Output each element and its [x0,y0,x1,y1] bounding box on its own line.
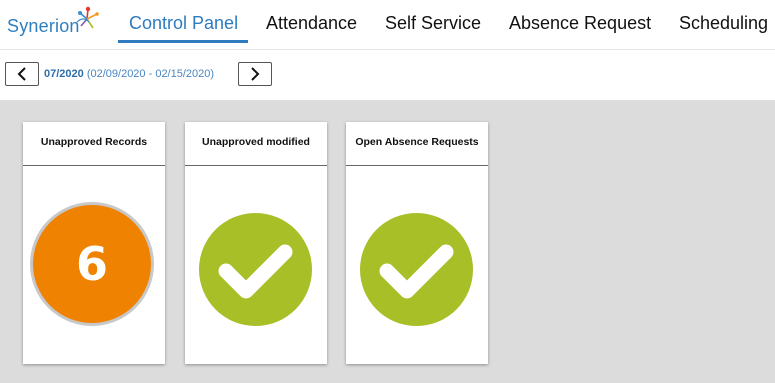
status-ok-badge [360,213,473,326]
card-title: Unapproved Records [23,122,165,166]
nav-tab-self-service[interactable]: Self Service [385,13,481,34]
top-navigation-bar: Synerion Control Panel Attendance Self S… [0,0,775,50]
next-period-button[interactable] [238,62,272,86]
card-unapproved-records[interactable]: Unapproved Records 6 [23,122,165,364]
synerion-logo[interactable]: Synerion [7,4,102,42]
checkmark-icon [218,244,293,299]
card-unapproved-modified[interactable]: Unapproved modified [185,122,327,364]
nav-tab-scheduling[interactable]: Scheduling [679,13,768,34]
previous-period-button[interactable] [5,62,39,86]
checkmark-icon [379,244,454,299]
count-badge: 6 [30,202,154,326]
nav-tab-absence-request[interactable]: Absence Request [509,13,651,34]
period-date-range: (02/09/2020 - 02/15/2020) [86,68,215,80]
chevron-right-icon [251,67,260,81]
card-title: Unapproved modified [185,122,327,166]
chevron-left-icon [17,67,26,81]
logo-mark-icon [76,6,99,29]
active-tab-underline [118,40,248,43]
nav-tab-control-panel[interactable]: Control Panel [129,13,238,34]
card-title: Open Absence Requests [346,122,488,166]
status-ok-badge [199,213,312,326]
card-open-absence-requests[interactable]: Open Absence Requests [346,122,488,364]
period-label: 07/2020 (02/09/2020 - 02/15/2020) [44,68,214,80]
logo-text: Synerion [7,16,80,36]
period-number: 07/2020 [44,68,84,80]
count-value: 6 [75,237,108,291]
period-selector-bar: 07/2020 (02/09/2020 - 02/15/2020) [0,50,775,100]
nav-tab-attendance[interactable]: Attendance [266,13,357,34]
